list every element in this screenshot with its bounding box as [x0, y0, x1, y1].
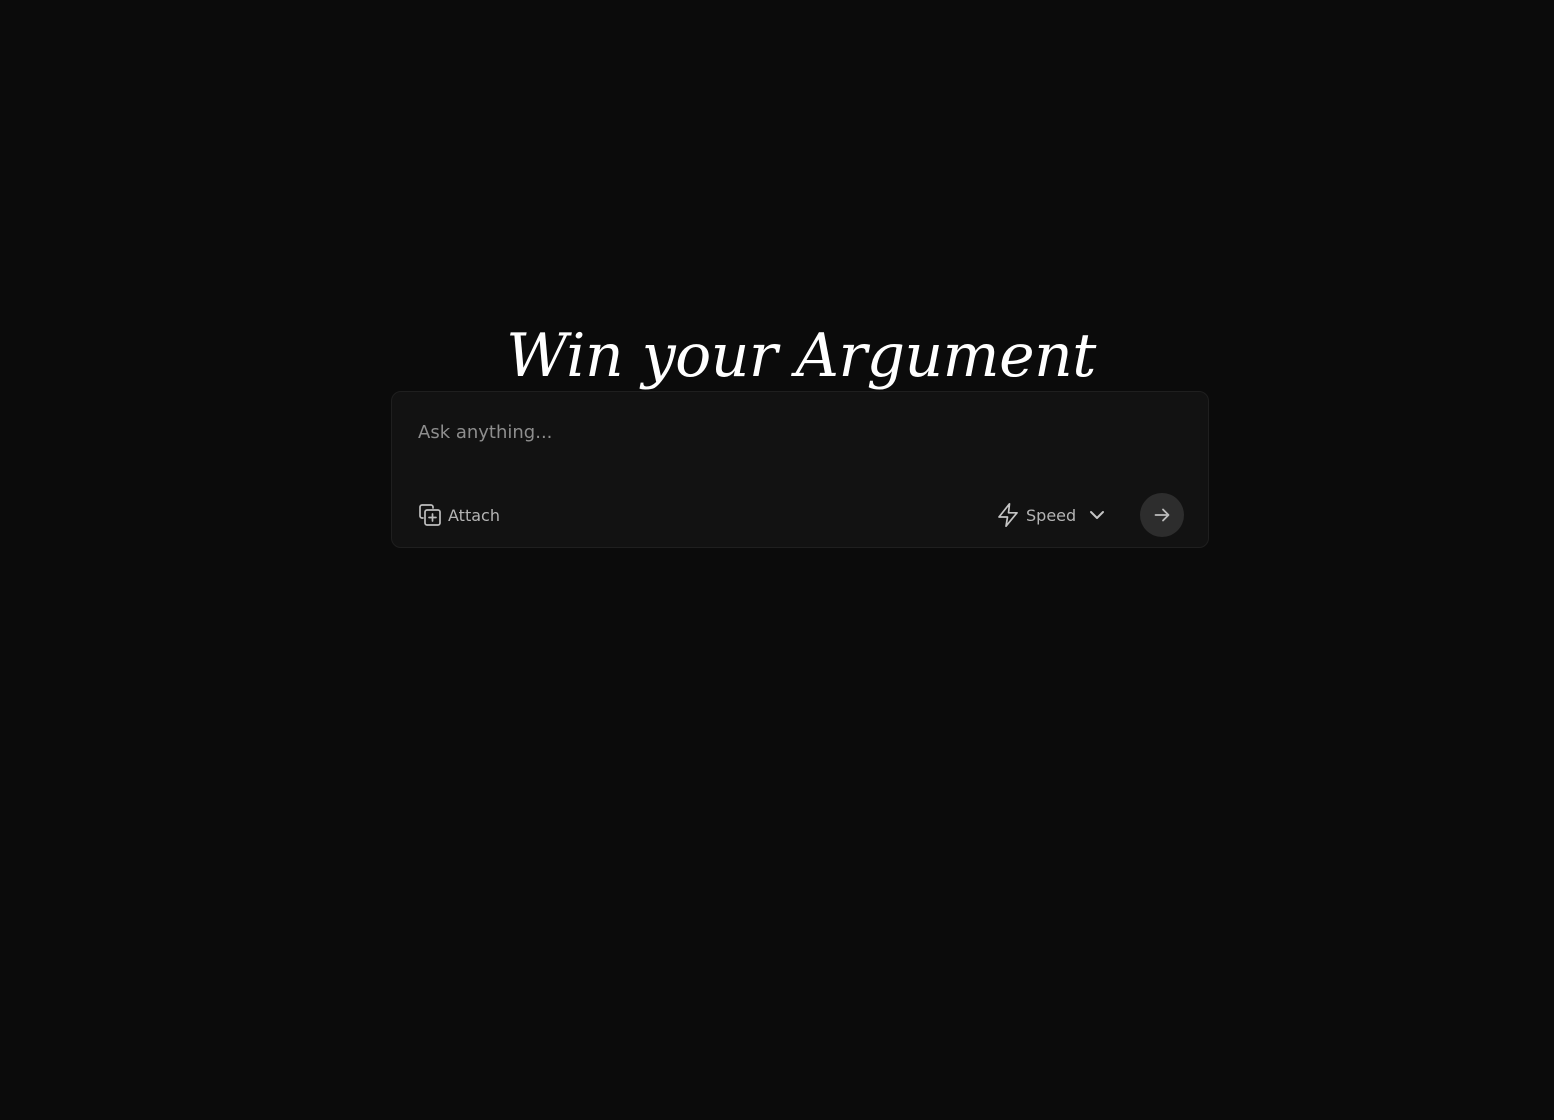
- speed-selector[interactable]: Speed: [996, 502, 1106, 528]
- speed-label: Speed: [1026, 505, 1077, 525]
- attach-label: Attach: [448, 505, 500, 525]
- page-title: Win your Argument: [506, 321, 1096, 392]
- prompt-input[interactable]: [418, 416, 1178, 448]
- chevron-down-icon: [1088, 506, 1106, 524]
- lightning-icon: [996, 502, 1020, 528]
- attach-icon: [418, 503, 442, 527]
- arrow-right-icon: [1152, 505, 1172, 525]
- send-button[interactable]: [1140, 493, 1184, 537]
- attach-button[interactable]: Attach: [418, 502, 500, 528]
- page: Win your Argument Attach Speed: [0, 0, 1554, 1120]
- composer-box: Attach Speed: [391, 391, 1209, 548]
